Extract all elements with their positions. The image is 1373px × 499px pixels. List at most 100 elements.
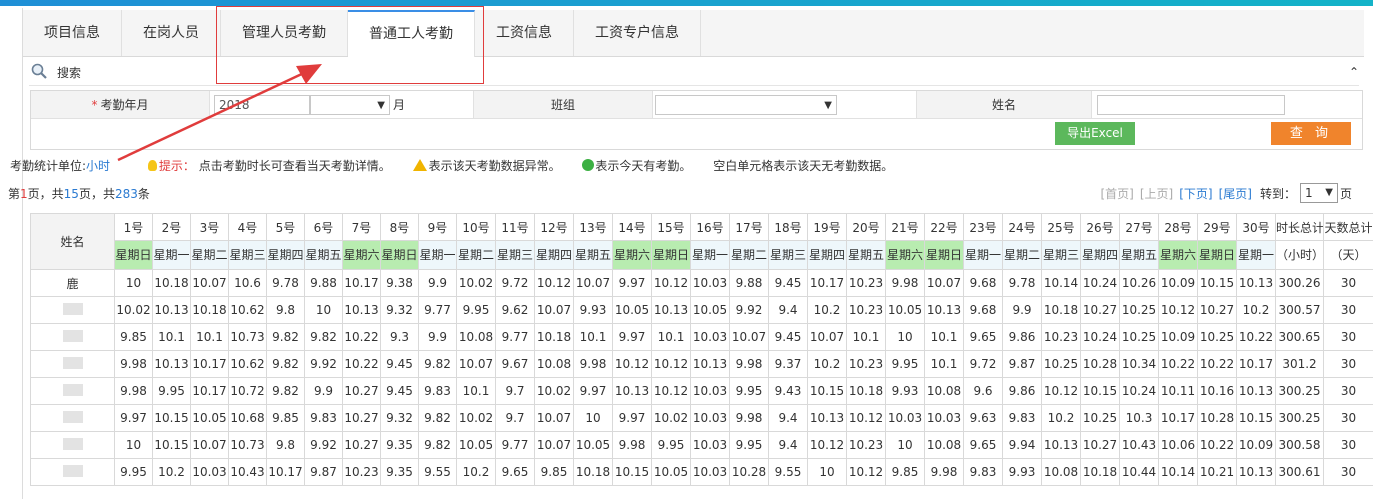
hours-cell[interactable]: 10.1	[651, 323, 691, 351]
hours-cell[interactable]: 10.44	[1119, 458, 1159, 486]
hours-cell[interactable]: 10.1	[573, 323, 613, 351]
hours-cell[interactable]: 10.23	[846, 350, 886, 378]
hours-cell[interactable]: 9.45	[768, 269, 808, 297]
hours-cell[interactable]: 10.09	[1236, 431, 1276, 459]
hours-cell[interactable]: 10.07	[573, 269, 613, 297]
hours-cell[interactable]: 10.2	[152, 458, 191, 486]
hours-cell[interactable]: 10.1	[924, 323, 964, 351]
hours-cell[interactable]: 10.18	[534, 323, 574, 351]
hours-cell[interactable]: 9.93	[573, 296, 613, 324]
hours-cell[interactable]: 10.72	[228, 377, 267, 405]
hours-cell[interactable]: 9.82	[418, 404, 457, 432]
hours-cell[interactable]: 10.08	[534, 350, 574, 378]
hours-cell[interactable]: 9.98	[729, 404, 769, 432]
hours-cell[interactable]: 9.93	[1002, 458, 1042, 486]
goto-page-select[interactable]: 1 ▼	[1299, 183, 1338, 203]
hours-cell[interactable]: 10.07	[190, 431, 229, 459]
hours-cell[interactable]: 10.17	[1158, 404, 1198, 432]
export-excel-button[interactable]: 导出Excel	[1055, 122, 1135, 145]
hours-cell[interactable]: 10.15	[152, 404, 191, 432]
hours-cell[interactable]: 10.11	[1158, 377, 1198, 405]
hours-cell[interactable]: 9.8	[266, 296, 305, 324]
hours-cell[interactable]: 10.25	[1119, 296, 1159, 324]
hours-cell[interactable]: 9.6	[963, 377, 1003, 405]
hours-cell[interactable]: 9.9	[418, 269, 457, 297]
hours-cell[interactable]: 10.27	[1080, 296, 1120, 324]
hours-cell[interactable]: 10.07	[190, 269, 229, 297]
hours-cell[interactable]: 10	[304, 296, 343, 324]
hours-cell[interactable]: 10.08	[924, 377, 964, 405]
hours-cell[interactable]: 10.16	[1197, 377, 1237, 405]
hours-cell[interactable]: 10.13	[612, 377, 652, 405]
hours-cell[interactable]: 10.25	[1080, 404, 1120, 432]
hours-cell[interactable]: 10.12	[534, 269, 574, 297]
hours-cell[interactable]: 10.27	[342, 431, 381, 459]
hours-cell[interactable]: 10.22	[1197, 350, 1237, 378]
hours-cell[interactable]: 10.12	[1158, 296, 1198, 324]
hours-cell[interactable]: 9.85	[114, 323, 153, 351]
hours-cell[interactable]: 9.72	[495, 269, 535, 297]
hours-cell[interactable]: 10.23	[342, 458, 381, 486]
hours-cell[interactable]: 9.62	[495, 296, 535, 324]
hours-cell[interactable]: 9.97	[114, 404, 153, 432]
hours-cell[interactable]: 9.4	[768, 296, 808, 324]
hours-cell[interactable]: 10.12	[1041, 377, 1081, 405]
hours-cell[interactable]: 9.92	[304, 350, 343, 378]
prev-page-link[interactable]: [上页]	[1140, 185, 1173, 202]
hours-cell[interactable]: 10.05	[190, 404, 229, 432]
hours-cell[interactable]: 9.92	[304, 431, 343, 459]
hours-cell[interactable]: 10.43	[1119, 431, 1159, 459]
hours-cell[interactable]: 10.03	[190, 458, 229, 486]
hours-cell[interactable]: 9.37	[768, 350, 808, 378]
hours-cell[interactable]: 9.83	[963, 458, 1003, 486]
hours-cell[interactable]: 10.05	[612, 296, 652, 324]
hours-cell[interactable]: 10.17	[190, 350, 229, 378]
hours-cell[interactable]: 10.21	[1197, 458, 1237, 486]
hours-cell[interactable]: 10.24	[1119, 377, 1159, 405]
hours-cell[interactable]: 10.13	[1236, 377, 1276, 405]
hours-cell[interactable]: 9.97	[612, 404, 652, 432]
first-page-link[interactable]: [首页]	[1100, 185, 1133, 202]
hours-cell[interactable]: 10.13	[152, 296, 191, 324]
hours-cell[interactable]: 10.17	[190, 377, 229, 405]
hours-cell[interactable]: 9.85	[885, 458, 925, 486]
hours-cell[interactable]: 10.09	[1158, 269, 1198, 297]
hours-cell[interactable]: 9.95	[885, 350, 925, 378]
hours-cell[interactable]: 10.15	[152, 431, 191, 459]
hours-cell[interactable]: 9.87	[1002, 350, 1042, 378]
hours-cell[interactable]: 9.9	[418, 323, 457, 351]
hours-cell[interactable]: 10.25	[1041, 350, 1081, 378]
hours-cell[interactable]: 10.18	[573, 458, 613, 486]
hours-cell[interactable]: 9.97	[573, 377, 613, 405]
hours-cell[interactable]: 10.17	[1236, 350, 1276, 378]
tab-salary-info[interactable]: 工资信息	[475, 10, 574, 56]
hours-cell[interactable]: 10.13	[342, 296, 381, 324]
hours-cell[interactable]: 10.07	[534, 431, 574, 459]
hours-cell[interactable]: 9.98	[612, 431, 652, 459]
hours-cell[interactable]: 9.98	[924, 458, 964, 486]
hours-cell[interactable]: 10.18	[1080, 458, 1120, 486]
hours-cell[interactable]: 9.98	[729, 350, 769, 378]
hours-cell[interactable]: 10.02	[534, 377, 574, 405]
hours-cell[interactable]: 9.86	[1002, 323, 1042, 351]
hours-cell[interactable]: 9.98	[114, 377, 153, 405]
hours-cell[interactable]: 10.03	[690, 377, 730, 405]
hours-cell[interactable]: 9.86	[1002, 377, 1042, 405]
hours-cell[interactable]: 10.1	[152, 323, 191, 351]
hours-cell[interactable]: 10	[885, 431, 925, 459]
hours-cell[interactable]: 10.18	[1041, 296, 1081, 324]
hours-cell[interactable]: 10.05	[456, 431, 496, 459]
hours-cell[interactable]: 9.82	[418, 350, 457, 378]
hours-cell[interactable]: 9.94	[1002, 431, 1042, 459]
hours-cell[interactable]: 10.17	[807, 269, 847, 297]
hours-cell[interactable]: 10.15	[1080, 377, 1120, 405]
hours-cell[interactable]: 10.62	[228, 296, 267, 324]
hours-cell[interactable]: 9.83	[1002, 404, 1042, 432]
hours-cell[interactable]: 9.88	[729, 269, 769, 297]
team-select[interactable]: ▼	[655, 94, 837, 115]
hours-cell[interactable]: 9.95	[114, 458, 153, 486]
hours-cell[interactable]: 9.43	[768, 377, 808, 405]
hours-cell[interactable]: 9.67	[495, 350, 535, 378]
hours-cell[interactable]: 10.13	[1236, 269, 1276, 297]
query-button[interactable]: 查 询	[1271, 122, 1351, 145]
